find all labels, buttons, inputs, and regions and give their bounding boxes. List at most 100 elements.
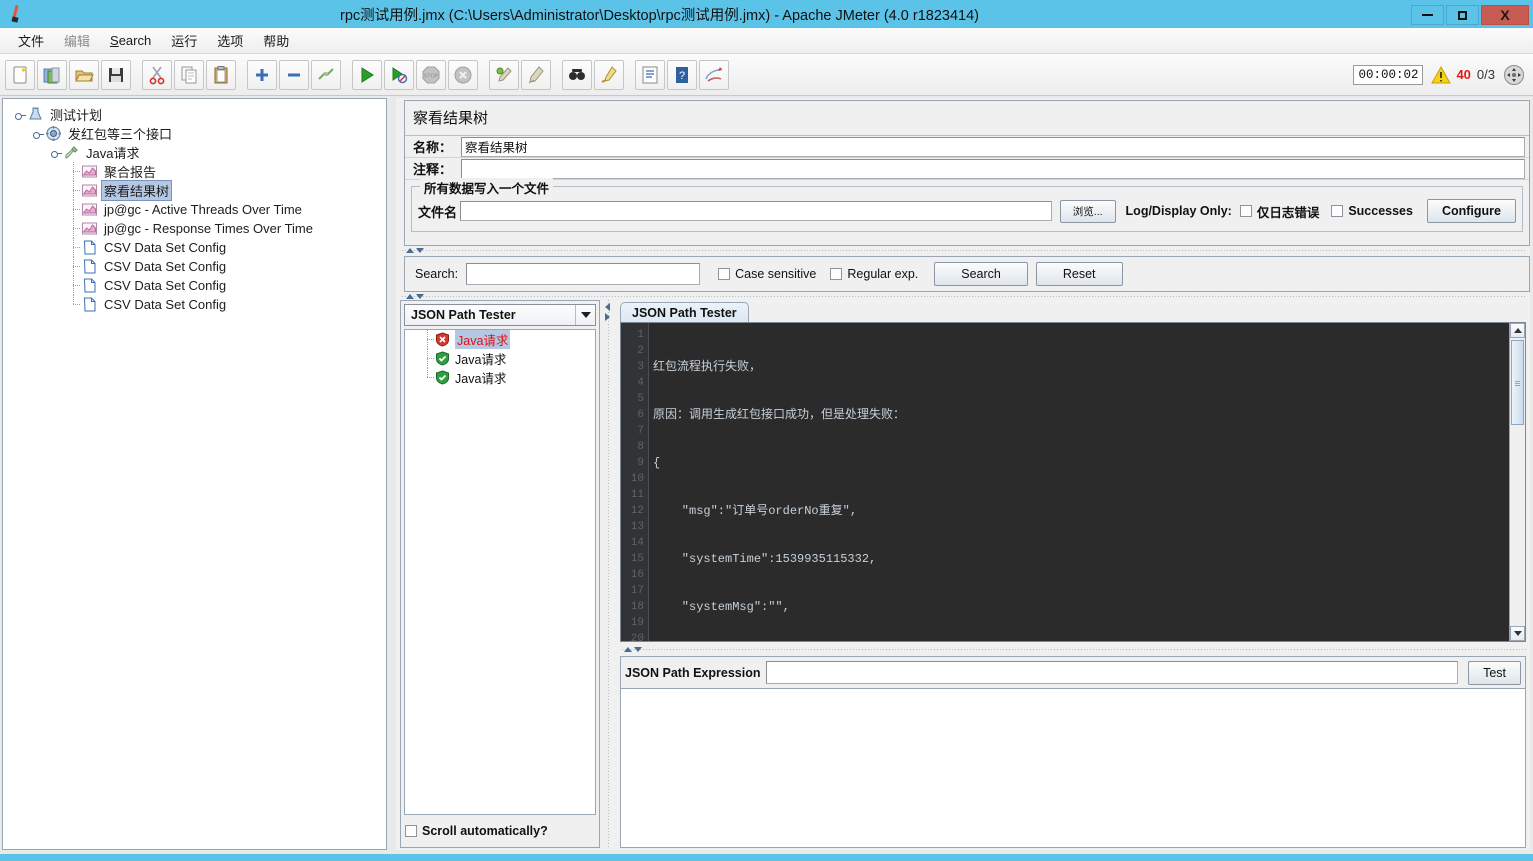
menu-options[interactable]: 选项 <box>207 28 253 53</box>
arrow-up-icon <box>624 646 632 652</box>
search-button[interactable]: Search <box>934 262 1028 286</box>
tree-node-java-request[interactable]: Java请求 <box>9 143 386 162</box>
minimize-button[interactable] <box>1411 5 1444 25</box>
tree-node-csv-data-set-config[interactable]: CSV Data Set Config <box>9 295 386 314</box>
start-icon[interactable] <box>352 59 382 90</box>
tree-node-view-results-tree[interactable]: 察看结果树 <box>9 180 386 201</box>
splitter-arrows[interactable] <box>406 248 424 253</box>
scrollbar-grip <box>1515 381 1520 386</box>
arrow-right-icon <box>605 313 610 321</box>
scroll-down-button[interactable] <box>1510 626 1525 641</box>
menu-file[interactable]: 文件 <box>8 28 54 53</box>
clear-icon[interactable] <box>489 59 519 90</box>
expander-icon[interactable] <box>31 127 45 141</box>
errors-only-checkbox[interactable] <box>1239 205 1252 217</box>
tab-json-path-tester[interactable]: JSON Path Tester <box>620 302 749 322</box>
horizontal-splitter-top[interactable] <box>400 246 1526 255</box>
reset-button[interactable]: Reset <box>1035 262 1123 286</box>
maximize-button[interactable] <box>1446 5 1479 25</box>
tree-node-test-plan[interactable]: 测试计划 <box>9 105 386 124</box>
templates-icon[interactable] <box>37 59 67 90</box>
search-icon[interactable] <box>562 59 592 90</box>
search-input[interactable] <box>466 263 701 285</box>
arrow-up-icon <box>406 294 414 299</box>
test-plan-tree[interactable]: 测试计划 发红包等三个接口 Java请求 聚合报告 察看结果树 jp@gc - … <box>3 99 386 314</box>
log-display-only-label: Log/Display Only: <box>1125 204 1232 218</box>
tree-node-response-times-over-time[interactable]: jp@gc - Response Times Over Time <box>9 219 386 238</box>
scroll-up-button[interactable] <box>1510 323 1525 338</box>
scrollbar-thumb[interactable] <box>1511 340 1524 425</box>
name-input[interactable] <box>461 136 1525 157</box>
results-vertical-splitter[interactable] <box>602 300 614 848</box>
comment-input[interactable] <box>461 158 1525 179</box>
chevron-down-icon[interactable] <box>575 305 595 325</box>
sample-result-row[interactable]: Java请求 <box>405 368 595 387</box>
renderer-combo[interactable]: JSON Path Tester <box>404 304 596 326</box>
sample-result-row[interactable]: Java请求 <box>405 349 595 368</box>
function-helper-icon[interactable] <box>635 59 665 90</box>
cut-icon[interactable] <box>142 59 172 90</box>
listener-icon <box>81 182 98 199</box>
tree-elbow <box>67 257 81 276</box>
filename-input[interactable] <box>460 201 1052 221</box>
json-path-expression-input[interactable] <box>766 661 1459 684</box>
splitter-arrows[interactable] <box>406 294 424 299</box>
tree-node-csv-data-set-config[interactable]: CSV Data Set Config <box>9 238 386 257</box>
stop-icon[interactable]: STOP <box>416 59 446 90</box>
close-button[interactable]: X <box>1481 5 1529 25</box>
tree-node-thread-group[interactable]: 发红包等三个接口 <box>9 124 386 143</box>
case-sensitive-checkbox[interactable] <box>718 268 731 280</box>
expander-icon[interactable] <box>13 108 27 122</box>
successes-checkbox[interactable] <box>1331 205 1344 217</box>
tree-node-csv-data-set-config[interactable]: CSV Data Set Config <box>9 257 386 276</box>
scroll-automatically-checkbox[interactable] <box>405 825 417 837</box>
paste-icon[interactable] <box>206 59 236 90</box>
regular-exp-checkbox[interactable] <box>830 268 843 280</box>
config-element-icon <box>81 239 98 256</box>
undo-redo-icon[interactable] <box>699 59 729 90</box>
warning-count: 40 <box>1456 67 1471 82</box>
menu-edit[interactable]: 编辑 <box>54 28 100 53</box>
sample-result-row[interactable]: Java请求 <box>405 330 595 349</box>
start-no-pauses-icon[interactable] <box>384 59 414 90</box>
menu-run[interactable]: 运行 <box>161 28 207 53</box>
clear-all-icon[interactable] <box>521 59 551 90</box>
tree-node-aggregate-report[interactable]: 聚合报告 <box>9 162 386 181</box>
search-reset-icon[interactable] <box>594 59 624 90</box>
results-area: JSON Path Tester Java请求 Java请求 Java请求 Sc… <box>400 300 1526 848</box>
toolbar: STOP ? 00:00:02 40 0/3 <box>0 54 1533 96</box>
open-icon[interactable] <box>69 59 99 90</box>
help-icon[interactable]: ? <box>667 59 697 90</box>
menu-help[interactable]: 帮助 <box>253 28 299 53</box>
tree-node-active-threads-over-time[interactable]: jp@gc - Active Threads Over Time <box>9 200 386 219</box>
test-plan-tree-panel[interactable]: 测试计划 发红包等三个接口 Java请求 聚合报告 察看结果树 jp@gc - … <box>2 98 387 850</box>
shutdown-icon[interactable] <box>448 59 478 90</box>
menu-search[interactable]: Search <box>100 30 161 51</box>
tree-label: Java请求 <box>86 146 140 161</box>
toolbar-status-area: 00:00:02 40 0/3 <box>1353 64 1533 86</box>
response-text[interactable]: 红包流程执行失败， 原因：调用生成红包接口成功，但是处理失败： { "msg":… <box>649 323 1509 641</box>
response-code-view[interactable]: 1 2 3 4 5 6 7 8 9 10 11 12 13 14 15 16 1… <box>620 322 1526 642</box>
horizontal-splitter-bottom[interactable] <box>620 644 1526 654</box>
browse-button[interactable]: 浏览... <box>1059 199 1116 223</box>
expander-icon[interactable] <box>49 146 63 160</box>
toggle-icon[interactable] <box>311 59 341 90</box>
listener-icon <box>81 163 98 180</box>
expand-all-icon[interactable] <box>247 59 277 90</box>
copy-icon[interactable] <box>174 59 204 90</box>
sample-result-tree[interactable]: Java请求 Java请求 Java请求 <box>404 329 596 815</box>
splitter-arrows[interactable] <box>605 303 610 321</box>
collapse-all-icon[interactable] <box>279 59 309 90</box>
test-button[interactable]: Test <box>1468 660 1521 685</box>
sample-label: Java请求 <box>455 372 507 386</box>
splitter-arrows[interactable] <box>624 646 642 652</box>
expand-arrows-icon[interactable] <box>1503 64 1525 86</box>
response-vertical-scrollbar[interactable] <box>1509 323 1525 641</box>
new-test-plan-icon[interactable] <box>5 59 35 90</box>
tree-node-csv-data-set-config[interactable]: CSV Data Set Config <box>9 276 386 295</box>
save-icon[interactable] <box>101 59 131 90</box>
json-path-result-output[interactable] <box>620 688 1526 848</box>
listener-icon <box>81 201 98 218</box>
configure-button[interactable]: Configure <box>1426 199 1516 223</box>
main-splitter-handle[interactable] <box>389 98 395 850</box>
